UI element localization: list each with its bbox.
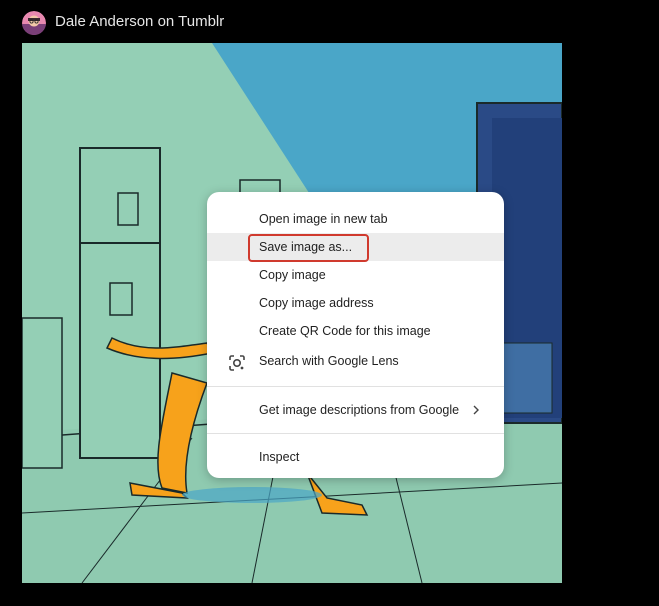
- menu-divider: [207, 386, 504, 387]
- menu-item-search-google-lens[interactable]: Search with Google Lens: [207, 345, 504, 377]
- post-header: Dale Anderson on Tumblr: [0, 0, 659, 43]
- menu-item-copy-image[interactable]: Copy image: [207, 261, 504, 289]
- menu-divider: [207, 433, 504, 434]
- menu-item-get-image-descriptions[interactable]: Get image descriptions from Google: [207, 396, 504, 424]
- menu-item-label: Open image in new tab: [259, 212, 388, 226]
- avatar[interactable]: [22, 11, 46, 35]
- menu-item-label: Search with Google Lens: [259, 354, 399, 368]
- menu-item-open-image-new-tab[interactable]: Open image in new tab: [207, 205, 504, 233]
- menu-item-label: Copy image address: [259, 296, 374, 310]
- chevron-right-icon: [472, 396, 480, 434]
- menu-item-copy-image-address[interactable]: Copy image address: [207, 289, 504, 317]
- menu-item-label: Save image as...: [259, 240, 353, 254]
- menu-item-save-image-as[interactable]: Save image as...: [207, 233, 504, 262]
- menu-item-inspect[interactable]: Inspect: [207, 443, 504, 471]
- menu-item-label: Create QR Code for this image: [259, 324, 431, 338]
- menu-item-create-qr-code[interactable]: Create QR Code for this image: [207, 317, 504, 345]
- context-menu: Open image in new tab Save image as... C…: [207, 192, 504, 478]
- menu-item-label: Get image descriptions from Google: [259, 403, 460, 417]
- page-title[interactable]: Dale Anderson on Tumblr: [55, 12, 224, 32]
- google-lens-icon: [228, 352, 246, 371]
- menu-item-label: Inspect: [259, 450, 300, 464]
- menu-item-label: Copy image: [259, 268, 326, 282]
